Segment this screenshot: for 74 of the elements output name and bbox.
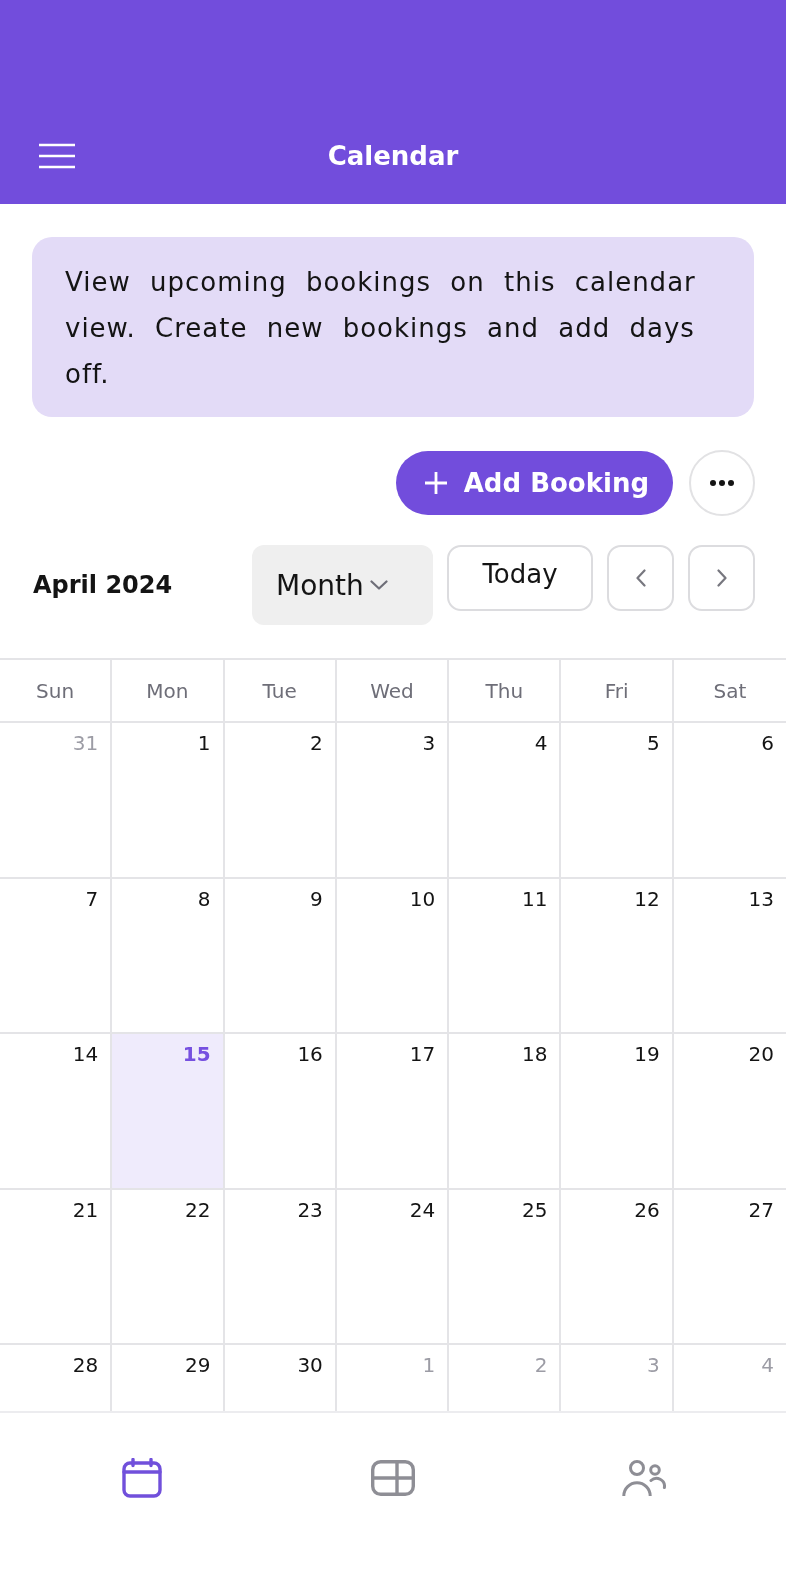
day-cell[interactable]: 19 (561, 1034, 674, 1190)
month-title: April 2024 (33, 570, 174, 601)
day-number: 19 (634, 1042, 660, 1066)
day-number: 3 (646, 1353, 660, 1377)
day-number: 2 (310, 731, 323, 755)
day-number: 25 (521, 1197, 548, 1222)
day-number: 26 (634, 1197, 660, 1222)
day-cell[interactable]: 25 (449, 1189, 562, 1345)
add-booking-button[interactable]: Add Booking (395, 451, 673, 515)
day-number: 6 (761, 731, 774, 755)
day-cell[interactable]: 24 (336, 1189, 450, 1345)
day-cell[interactable]: 23 (224, 1189, 337, 1345)
day-number: 8 (197, 886, 211, 911)
day-cell[interactable]: 15 (112, 1034, 225, 1190)
day-number: 1 (197, 731, 211, 755)
day-number: 4 (534, 731, 548, 755)
day-number: 4 (761, 1353, 774, 1377)
day-cell[interactable]: 21 (0, 1189, 113, 1345)
day-number: 22 (185, 1197, 211, 1222)
day-cell[interactable]: 4 (449, 723, 562, 879)
day-cell[interactable]: 8 (112, 878, 225, 1034)
day-number: 13 (748, 886, 774, 911)
day-number: 20 (748, 1042, 774, 1066)
day-number: 3 (422, 731, 436, 755)
day-number: 31 (72, 731, 99, 755)
view-dropdown[interactable]: Month (252, 545, 433, 625)
chevron-right-icon (716, 569, 727, 587)
layout-grid-icon (371, 1460, 415, 1496)
day-number: 11 (521, 886, 548, 911)
day-number: 18 (521, 1042, 548, 1066)
day-number: 1 (422, 1353, 436, 1377)
day-cell[interactable]: 11 (449, 878, 562, 1034)
day-number: 29 (185, 1353, 211, 1377)
more-icon (710, 480, 734, 486)
day-cell[interactable]: 3 (336, 723, 450, 879)
day-cell[interactable]: 5 (561, 723, 674, 879)
calendar-icon (122, 1458, 163, 1498)
day-cell[interactable]: 7 (0, 878, 113, 1034)
day-cell[interactable]: 16 (224, 1034, 337, 1190)
day-number: 12 (634, 886, 660, 911)
menu-button[interactable] (39, 143, 75, 169)
day-cell[interactable]: 9 (224, 878, 337, 1034)
day-cell[interactable]: 17 (336, 1034, 450, 1190)
chevron-down-icon (369, 580, 388, 590)
day-number: 16 (297, 1042, 323, 1066)
day-cell[interactable]: 22 (112, 1189, 225, 1345)
page-title: Calendar (327, 140, 459, 172)
day-number: 9 (310, 886, 323, 911)
plus-icon (423, 471, 448, 495)
day-cell[interactable]: 10 (336, 878, 450, 1034)
day-cell[interactable]: 2 (224, 723, 337, 879)
day-cell[interactable]: 26 (561, 1189, 674, 1345)
day-number: 27 (748, 1197, 774, 1222)
menu-icon (39, 143, 75, 169)
day-number: 17 (409, 1042, 436, 1066)
today-button[interactable]: Today (447, 545, 593, 611)
chevron-left-icon (635, 569, 646, 587)
day-number: 28 (72, 1353, 99, 1377)
day-cell[interactable]: 1 (112, 723, 225, 879)
day-number: 24 (409, 1197, 436, 1222)
day-number: 30 (297, 1353, 323, 1377)
day-number: 2 (534, 1353, 548, 1377)
day-number: 21 (72, 1197, 99, 1222)
day-number: 7 (85, 886, 99, 911)
info-notice: View upcoming bookings on this calendar view. Create new bookings and add days off. (32, 237, 754, 417)
day-number: 14 (72, 1042, 99, 1066)
people-icon (621, 1459, 666, 1497)
day-number: 10 (409, 886, 436, 911)
day-number: 15 (182, 1042, 211, 1066)
day-number: 23 (297, 1197, 323, 1222)
day-cell[interactable]: 12 (561, 878, 674, 1034)
day-cell[interactable]: 18 (449, 1034, 562, 1190)
day-number: 5 (646, 731, 660, 755)
day-cell[interactable]: 14 (0, 1034, 113, 1190)
